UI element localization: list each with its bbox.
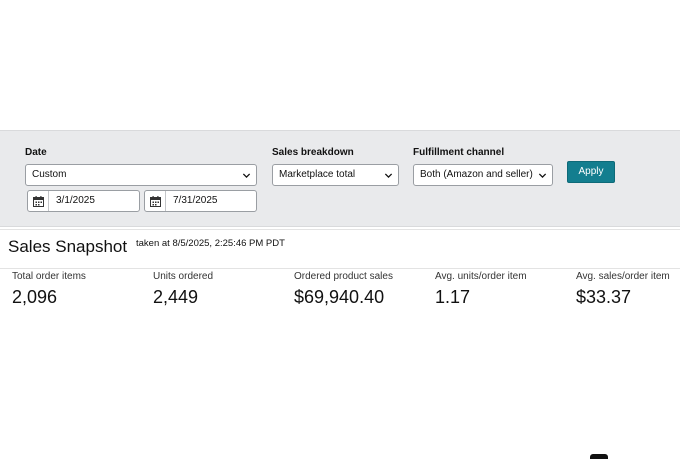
- calendar-icon: [33, 196, 44, 207]
- metric-value: 2,449: [153, 287, 199, 307]
- metric-label: Ordered product sales: [294, 271, 393, 282]
- sales-snapshot-title: Sales Snapshot: [8, 237, 128, 256]
- end-date-calendar-button[interactable]: [145, 191, 166, 211]
- metric-value: $69,940.40: [294, 287, 385, 307]
- end-date-value: 7/31/2025: [173, 195, 218, 206]
- chevron-down-icon: [242, 173, 251, 179]
- metric-value: 1.17: [435, 287, 471, 307]
- chevron-down-icon: [384, 173, 393, 179]
- metric-value: $33.37: [576, 287, 632, 307]
- metric-value: 2,096: [12, 287, 58, 307]
- metric-label: Avg. sales/order item: [576, 271, 670, 282]
- chevron-down-icon: [538, 173, 547, 179]
- metric-label: Avg. units/order item: [435, 271, 527, 282]
- metric-total-order-items: Total order items 2,096: [12, 271, 86, 308]
- start-date-value: 3/1/2025: [56, 195, 95, 206]
- metric-avg-sales-per-order-item: Avg. sales/order item $33.37: [576, 271, 670, 308]
- metric-avg-units-per-order-item: Avg. units/order item 1.17: [435, 271, 527, 308]
- date-filter-label: Date: [25, 147, 47, 158]
- calendar-icon: [150, 196, 161, 207]
- start-date-calendar-button[interactable]: [28, 191, 49, 211]
- snapshot-timestamp: taken at 8/5/2025, 2:25:46 PM PDT: [136, 238, 285, 249]
- partial-icon: [590, 454, 608, 459]
- metric-units-ordered: Units ordered 2,449: [153, 271, 213, 308]
- metric-ordered-product-sales: Ordered product sales $69,940.40: [294, 271, 393, 308]
- sales-breakdown-label: Sales breakdown: [272, 147, 354, 158]
- metric-label: Total order items: [12, 271, 86, 282]
- fulfillment-channel-label: Fulfillment channel: [413, 147, 505, 158]
- sales-breakdown-select[interactable]: Marketplace total: [272, 164, 399, 186]
- filter-panel: Date Custom 3/1/2025 7/31/2025 Sales bre…: [0, 130, 680, 227]
- fulfillment-channel-select-value: Both (Amazon and seller): [420, 169, 533, 180]
- fulfillment-channel-select[interactable]: Both (Amazon and seller): [413, 164, 553, 186]
- apply-button[interactable]: Apply: [567, 161, 615, 183]
- metric-label: Units ordered: [153, 271, 214, 282]
- start-date-field[interactable]: 3/1/2025: [27, 190, 140, 212]
- date-range-select-value: Custom: [32, 169, 67, 180]
- end-date-field[interactable]: 7/31/2025: [144, 190, 257, 212]
- sales-breakdown-select-value: Marketplace total: [279, 169, 356, 180]
- date-range-select[interactable]: Custom: [25, 164, 257, 186]
- sales-snapshot-header: Sales Snapshot taken at 8/5/2025, 2:25:4…: [0, 229, 680, 269]
